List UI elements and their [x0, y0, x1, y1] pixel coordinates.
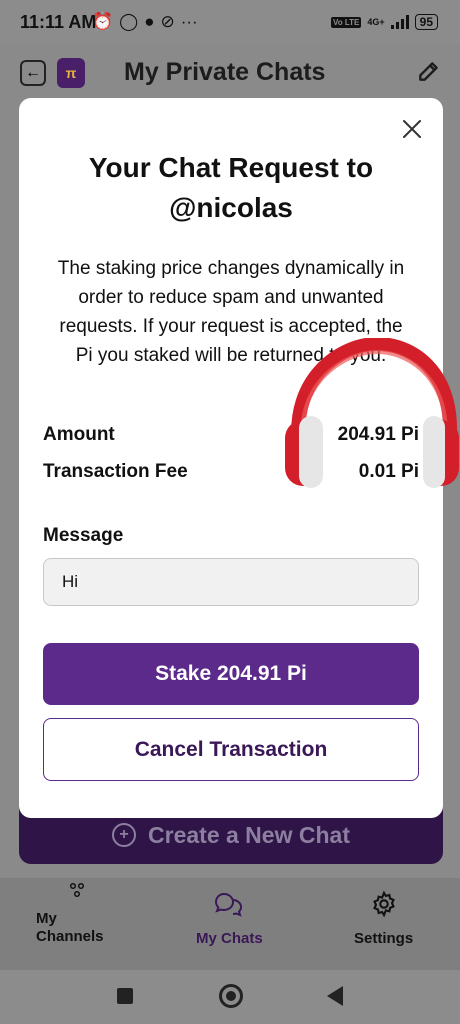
- nav-my-chats[interactable]: My Chats: [196, 890, 263, 947]
- back-button[interactable]: ←: [20, 60, 46, 86]
- status-right: Vo LTE 4G+ 95: [331, 14, 438, 30]
- message-input[interactable]: [43, 558, 419, 606]
- app-header: ← π My Private Chats: [0, 44, 460, 104]
- nav-my-channels-label: My Channels: [36, 910, 104, 945]
- blocked-icon: ⊘: [160, 12, 175, 31]
- status-bar: 11:11 AM ⏰ ◯ ● ⊘ ··· Vo LTE 4G+ 95: [0, 0, 460, 44]
- recents-icon[interactable]: [117, 988, 133, 1004]
- battery-indicator: 95: [414, 14, 438, 30]
- notification-icons: ⏰ ◯ ● ⊘ ···: [92, 12, 198, 32]
- bottom-navigation: My Channels My Chats Settings: [0, 878, 460, 970]
- message-icon: ●: [144, 12, 155, 31]
- status-time: 11:11 AM: [20, 12, 97, 32]
- pi-logo: π: [57, 58, 85, 88]
- headphones-sticker: [281, 336, 460, 490]
- back-triangle-icon[interactable]: [327, 986, 343, 1006]
- cancel-transaction-button[interactable]: Cancel Transaction: [43, 718, 419, 781]
- message-label: Message: [43, 525, 124, 546]
- home-icon[interactable]: [219, 984, 243, 1008]
- page-title: My Private Chats: [124, 58, 326, 86]
- stake-button[interactable]: Stake 204.91 Pi: [43, 643, 419, 705]
- arrow-left-icon: ←: [25, 64, 41, 81]
- dialog-title: Your Chat Request to @nicolas: [88, 152, 374, 223]
- chat-bubbles-icon: [196, 890, 263, 922]
- nav-settings[interactable]: Settings: [354, 890, 413, 947]
- more-icon: ···: [180, 12, 198, 31]
- plus-circle-icon: +: [112, 823, 137, 847]
- amount-label: Amount: [43, 424, 115, 445]
- gear-icon: [354, 890, 413, 922]
- network-label: 4G+: [367, 17, 385, 27]
- fee-label: Transaction Fee: [43, 461, 188, 482]
- close-icon[interactable]: [401, 118, 423, 140]
- system-navigation-bar: [0, 970, 460, 1024]
- nav-my-chats-label: My Chats: [196, 930, 263, 947]
- edit-icon[interactable]: [416, 58, 442, 89]
- channels-icon: [36, 882, 106, 904]
- nav-my-channels[interactable]: My Channels: [36, 882, 106, 946]
- signal-icon: [390, 15, 409, 29]
- volte-label: Vo LTE: [331, 16, 362, 28]
- alarm-icon: ⏰: [92, 12, 114, 31]
- create-new-chat-label: Create a New Chat: [148, 821, 350, 848]
- nav-settings-label: Settings: [354, 930, 414, 947]
- whatsapp-icon: ◯: [119, 12, 139, 31]
